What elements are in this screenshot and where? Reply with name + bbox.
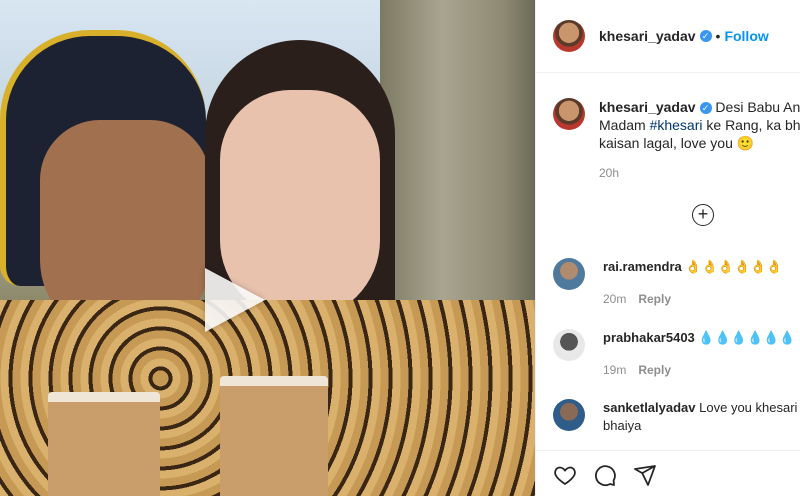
post-header: khesari_yadav ✓ • Follow [536, 0, 800, 73]
caption-username[interactable]: khesari_yadav [599, 99, 696, 115]
caption-avatar[interactable] [553, 98, 585, 130]
reply-button[interactable]: Reply [638, 292, 671, 306]
play-icon[interactable] [205, 268, 265, 332]
comment-username[interactable]: rai.ramendra [603, 259, 682, 274]
separator-dot: • [716, 28, 721, 44]
author-username[interactable]: khesari_yadav [599, 28, 696, 44]
comment-text: 💧💧💧💧💧💧 [698, 330, 795, 345]
comment-avatar[interactable] [553, 329, 585, 361]
comment-time: 20m [603, 292, 626, 306]
action-bar [536, 450, 800, 497]
avatar[interactable] [553, 20, 585, 52]
comment-text: 👌👌👌👌👌👌 [685, 259, 782, 274]
share-icon[interactable] [633, 463, 657, 487]
post-sidebar: khesari_yadav ✓ • Follow khesari_yadav ✓ … [535, 0, 800, 496]
comment-username[interactable]: prabhakar5403 [603, 330, 695, 345]
comment-avatar[interactable] [553, 399, 585, 431]
verified-icon: ✓ [700, 102, 712, 114]
comment-username[interactable]: sanketlalyadav [603, 400, 696, 415]
comment-time: 19m [603, 363, 626, 377]
reply-button[interactable]: Reply [638, 363, 671, 377]
coffee-cup-right [220, 376, 328, 496]
caption-line-2-end: ke Rang, ka bh [703, 117, 800, 133]
caption-text: khesari_yadav ✓ Desi Babu Ang Madam #khes… [599, 98, 800, 182]
verified-icon: ✓ [700, 30, 712, 42]
load-more-comments-icon[interactable]: + [692, 204, 714, 226]
heart-icon[interactable] [553, 463, 577, 487]
caption-line-3: kaisan lagal, love you 🙂 [599, 134, 800, 152]
post-caption: khesari_yadav ✓ Desi Babu Ang Madam #khes… [553, 98, 800, 182]
coffee-cup-left [48, 392, 160, 496]
follow-button[interactable]: Follow [724, 28, 768, 44]
comment-item: rai.ramendra 👌👌👌👌👌👌 20m Reply [553, 258, 800, 308]
comment-icon[interactable] [593, 463, 617, 487]
comment-avatar[interactable] [553, 258, 585, 290]
comment-text-cont: bhaiya [603, 417, 797, 435]
comment-item: sanketlalyadav Love you khesari bhaiya [553, 399, 800, 435]
caption-line-1: Desi Babu Ang [715, 99, 800, 115]
comment-text: Love you khesari [699, 400, 797, 415]
hashtag-link[interactable]: #khesari [650, 117, 703, 133]
caption-line-2: Madam [599, 117, 650, 133]
post-time: 20h [599, 164, 800, 182]
post-video[interactable] [0, 0, 535, 496]
comment-item: prabhakar5403 💧💧💧💧💧💧 19m Reply [553, 329, 800, 379]
